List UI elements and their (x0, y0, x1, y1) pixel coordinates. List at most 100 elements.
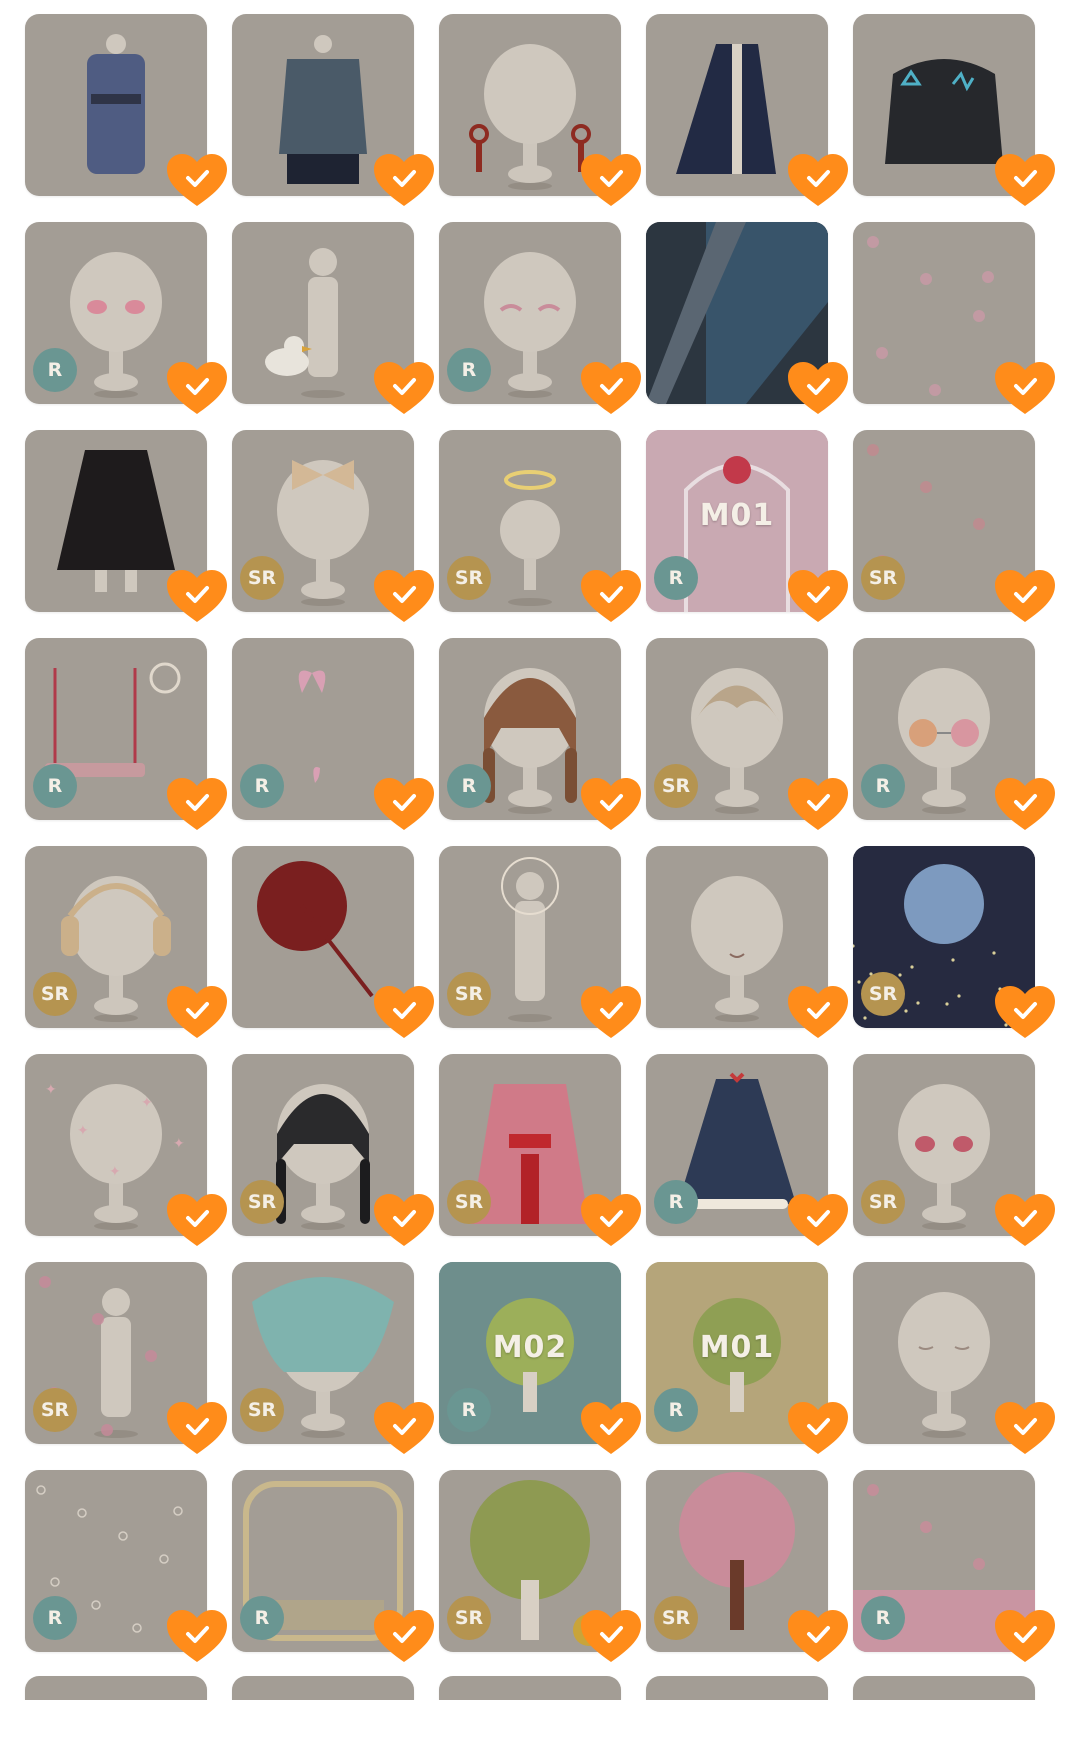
favorite-heart-check-icon[interactable] (374, 1402, 434, 1456)
item-tile-navy-long-coat[interactable] (646, 14, 848, 206)
item-tile-partial[interactable] (853, 1676, 1035, 1700)
rarity-badge: R (654, 1180, 698, 1224)
svg-text:✦: ✦ (173, 1136, 185, 1152)
favorite-heart-check-icon[interactable] (374, 1610, 434, 1664)
item-tile-hair-bow[interactable]: SR (232, 430, 434, 622)
favorite-heart-check-icon[interactable] (167, 986, 227, 1040)
item-tile-space-window-background[interactable] (646, 222, 848, 414)
stage-code-label: M01 (699, 1330, 775, 1365)
favorite-heart-check-icon[interactable] (581, 1194, 641, 1248)
item-tile-partial[interactable] (25, 1676, 207, 1700)
favorite-heart-check-icon[interactable] (374, 1194, 434, 1248)
item-tile-pink-kimono[interactable]: SR (439, 1054, 641, 1246)
favorite-heart-check-icon[interactable] (581, 1610, 641, 1664)
item-tile-headphones[interactable]: SR (25, 846, 227, 1038)
item-tile-light-aura[interactable]: SR (439, 846, 641, 1038)
item-tile-braided-brown-hair[interactable]: R (439, 638, 641, 830)
favorite-heart-check-icon[interactable] (374, 154, 434, 208)
favorite-heart-check-icon[interactable] (167, 778, 227, 832)
item-tile-short-blonde-hair[interactable]: SR (646, 638, 848, 830)
favorite-heart-check-icon[interactable] (581, 570, 641, 624)
item-tile-black-skirt[interactable] (25, 430, 227, 622)
favorite-heart-check-icon[interactable] (788, 362, 848, 416)
item-tile-halo[interactable]: SR (439, 430, 641, 622)
item-tile-full-moon-night[interactable]: SR (853, 846, 1055, 1038)
item-tile-music-stage-tree-gold[interactable]: M01 R (646, 1262, 848, 1454)
item-tile-bubbles[interactable]: R (25, 1470, 227, 1662)
favorite-heart-check-icon[interactable] (995, 154, 1055, 208)
item-tile-butterflies[interactable]: R (232, 638, 434, 830)
favorite-heart-check-icon[interactable] (167, 154, 227, 208)
item-tile-smile-mouth[interactable] (646, 846, 848, 1038)
item-tile-music-stage-tree[interactable]: M02 R (439, 1262, 641, 1454)
favorite-heart-check-icon[interactable] (995, 1194, 1055, 1248)
item-tile-floating-petals[interactable] (853, 222, 1055, 414)
item-tile-hanfu-robe[interactable] (232, 14, 434, 206)
favorite-heart-check-icon[interactable] (167, 1610, 227, 1664)
favorite-heart-check-icon[interactable] (995, 1610, 1055, 1664)
item-tile-pink-eyes[interactable]: R (25, 222, 227, 414)
favorite-heart-check-icon[interactable] (374, 570, 434, 624)
item-tile-sleepy-eyes[interactable] (853, 1262, 1055, 1454)
rarity-badge: R (33, 764, 77, 808)
item-tile-gradient-sunglasses[interactable]: R (853, 638, 1055, 830)
item-tile-falling-petals[interactable]: SR (853, 430, 1055, 622)
favorite-heart-check-icon[interactable] (167, 570, 227, 624)
rarity-badge: SR (33, 1388, 77, 1432)
item-tile-money-tree[interactable]: SR (439, 1470, 641, 1662)
favorite-heart-check-icon[interactable] (167, 362, 227, 416)
favorite-heart-check-icon[interactable] (374, 362, 434, 416)
favorite-heart-check-icon[interactable] (995, 1402, 1055, 1456)
item-tile-navy-lolita-dress[interactable]: R (646, 1054, 848, 1246)
item-tile-partial[interactable] (439, 1676, 621, 1700)
rarity-badge: R (654, 1388, 698, 1432)
item-tile-duck-pet[interactable] (232, 222, 434, 414)
favorite-heart-check-icon[interactable] (374, 986, 434, 1040)
rarity-badge: SR (240, 556, 284, 600)
item-tile-ornate-frame[interactable]: R (232, 1470, 434, 1662)
item-tile-cherry-blossom-tree[interactable]: SR (646, 1470, 848, 1662)
item-tile-kimono-dress[interactable] (25, 14, 227, 206)
favorite-heart-check-icon[interactable] (167, 1194, 227, 1248)
item-tile-red-eyes[interactable]: SR (853, 1054, 1055, 1246)
item-tile-partial[interactable] (646, 1676, 828, 1700)
rarity-badge: SR (33, 972, 77, 1016)
favorite-heart-check-icon[interactable] (788, 1402, 848, 1456)
partial-next-row (25, 1676, 1035, 1700)
favorite-heart-check-icon[interactable] (374, 778, 434, 832)
item-tile-red-tassel-earrings[interactable] (439, 14, 641, 206)
item-tile-black-braided-hair[interactable]: SR (232, 1054, 434, 1246)
item-tile-blossom-ground[interactable]: R (853, 1470, 1055, 1662)
favorite-heart-check-icon[interactable] (788, 570, 848, 624)
favorite-heart-check-icon[interactable] (788, 1194, 848, 1248)
favorite-heart-check-icon[interactable] (581, 154, 641, 208)
item-tile-black-neon-sweater[interactable] (853, 14, 1055, 206)
favorite-heart-check-icon[interactable] (581, 778, 641, 832)
item-tile-music-stage-rose[interactable]: M01 R (646, 430, 848, 622)
favorite-heart-check-icon[interactable] (788, 154, 848, 208)
rarity-badge: SR (240, 1180, 284, 1224)
item-tile-red-paper-umbrella[interactable] (232, 846, 434, 1038)
favorite-heart-check-icon[interactable] (167, 1402, 227, 1456)
favorite-heart-check-icon[interactable] (995, 986, 1055, 1040)
rarity-badge: SR (447, 1596, 491, 1640)
rarity-badge: SR (861, 972, 905, 1016)
favorite-heart-check-icon[interactable] (581, 986, 641, 1040)
favorite-heart-check-icon[interactable] (995, 570, 1055, 624)
favorite-heart-check-icon[interactable] (788, 986, 848, 1040)
favorite-heart-check-icon[interactable] (581, 1402, 641, 1456)
item-tile-teal-wavy-hair[interactable]: SR (232, 1262, 434, 1454)
favorite-heart-check-icon[interactable] (788, 778, 848, 832)
favorite-heart-check-icon[interactable] (995, 778, 1055, 832)
favorite-heart-check-icon[interactable] (995, 362, 1055, 416)
favorite-heart-check-icon[interactable] (581, 362, 641, 416)
rarity-badge: R (33, 348, 77, 392)
item-tile-flower-swing[interactable]: R (25, 638, 227, 830)
item-tile-partial[interactable] (232, 1676, 414, 1700)
rarity-badge: R (861, 1596, 905, 1640)
item-tile-pink-aura[interactable]: SR (25, 1262, 227, 1454)
item-tile-sparkles[interactable]: ✦ ✦ ✦ ✦ ✦ (25, 1054, 227, 1246)
favorite-heart-check-icon[interactable] (788, 1610, 848, 1664)
rarity-badge: SR (447, 556, 491, 600)
item-tile-closed-eyes-makeup[interactable]: R (439, 222, 641, 414)
